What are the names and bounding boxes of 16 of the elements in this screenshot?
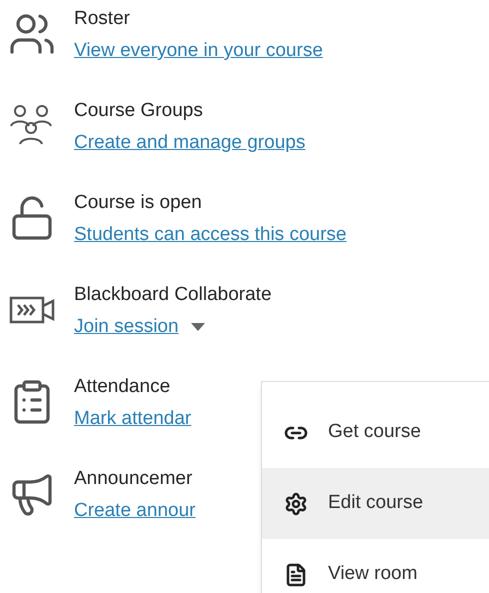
tool-link[interactable]: Create and manage groups (74, 130, 306, 156)
tool-title: Announcemer (74, 467, 194, 491)
tool-link[interactable]: Join session (74, 314, 179, 340)
tool-link[interactable]: Create annour (74, 498, 196, 524)
tool-title: Course is open (74, 191, 203, 215)
caret-icon[interactable] (190, 323, 205, 331)
tool-title: Course Groups (74, 99, 204, 123)
document-icon (284, 562, 308, 586)
tool-title: Blackboard Collaborate (74, 283, 272, 307)
tool-link[interactable]: View everyone in your course (74, 38, 323, 64)
tool-title: Attendance (74, 375, 172, 399)
tool-link[interactable]: Students can access this course (74, 222, 346, 248)
tool-link[interactable]: Mark attendar (74, 406, 192, 432)
settings-icon (284, 492, 308, 516)
tool-title: Roster (74, 7, 131, 31)
menu-item[interactable]: Edit course (262, 468, 489, 539)
